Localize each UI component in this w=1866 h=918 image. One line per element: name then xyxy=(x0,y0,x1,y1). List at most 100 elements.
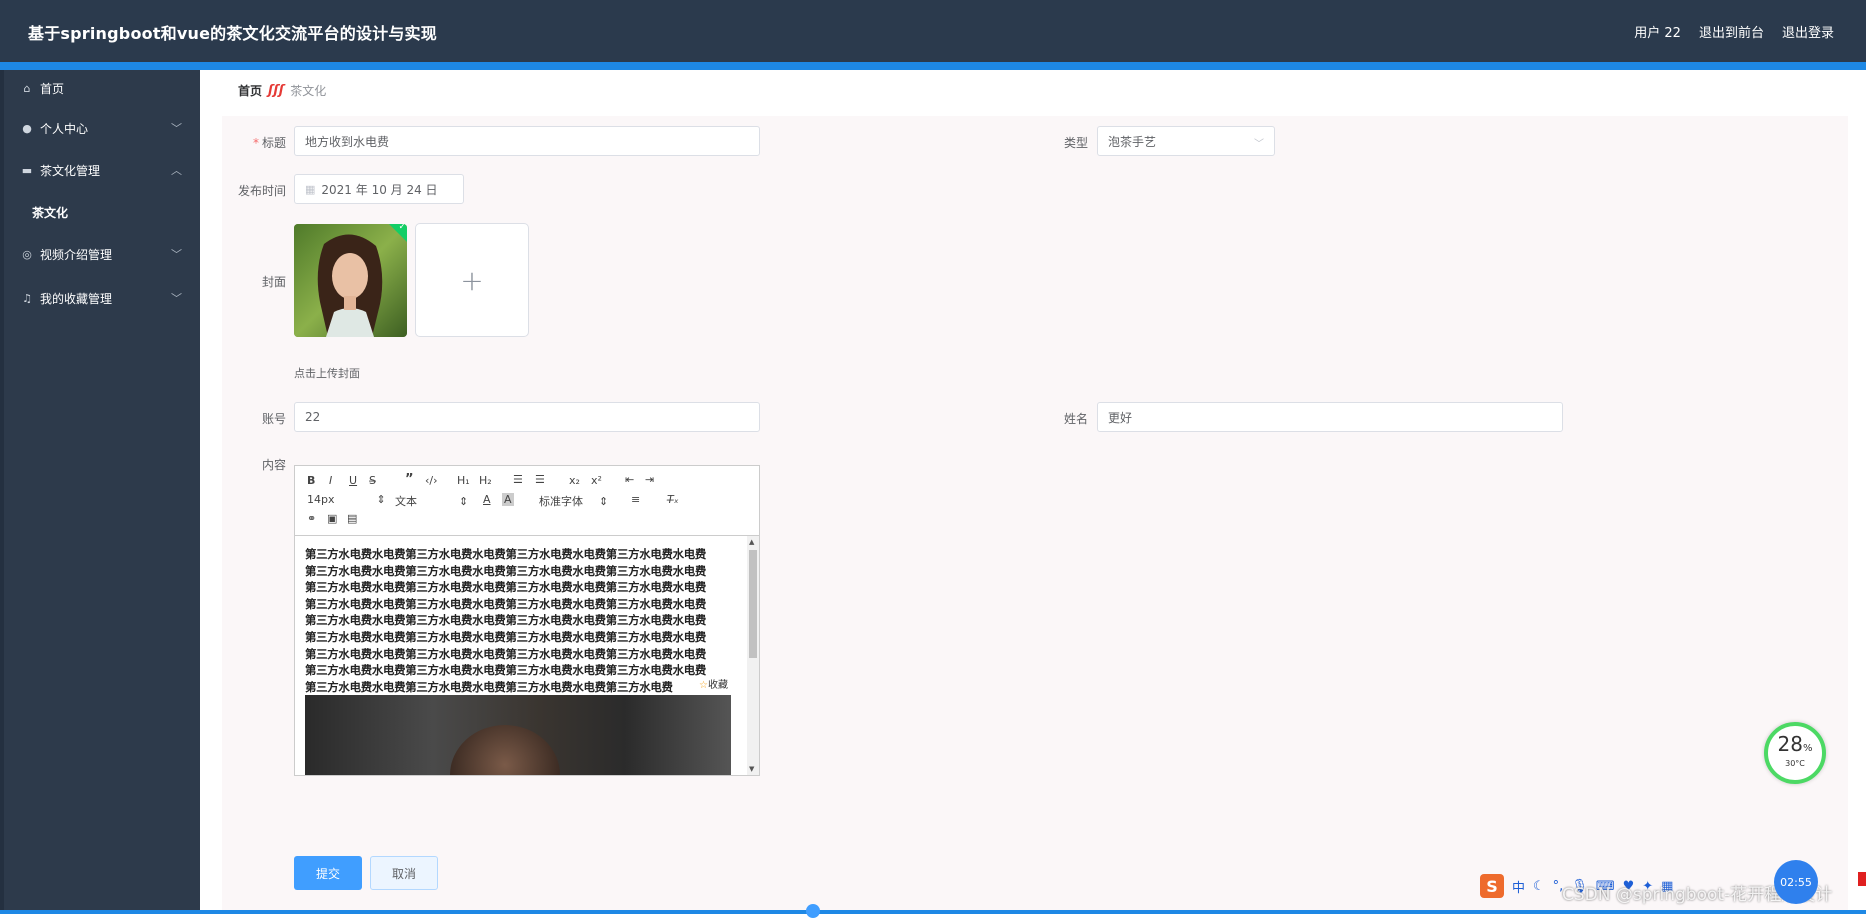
account-label: 账号 xyxy=(261,412,286,426)
bell-icon: ♫ xyxy=(22,291,32,305)
type-select[interactable]: 泡茶手艺 ﹀ xyxy=(1097,126,1275,156)
content-line: 第三方水电费水电费第三方水电费水电费第三方水电费水电费第三方水电费水电费 xyxy=(305,547,707,561)
scroll-down-icon[interactable]: ▼ xyxy=(749,765,754,773)
type-label: 类型 xyxy=(1063,136,1088,150)
font-color-icon[interactable]: A xyxy=(483,493,491,506)
sidebar-item-label: 首页 xyxy=(40,81,65,96)
bold-icon[interactable]: B xyxy=(307,474,315,487)
content-line: 第三方水电费水电费第三方水电费水电费第三方水电费水电费第三方水电费 xyxy=(305,679,673,694)
ime-mode[interactable]: 中 xyxy=(1512,877,1525,896)
editor-toolbar: B I U S̶ ” ‹/› H₁ H₂ ☰ ☰ x₂ x² ⇤ ⇥ 14px ⇕… xyxy=(295,466,759,536)
breadcrumb-separator-icon: ʃʃʃ xyxy=(268,83,285,98)
type-select-value: 泡茶手艺 xyxy=(1108,134,1157,149)
chevron-up-icon: ︿ xyxy=(171,164,182,177)
content-line: 第三方水电费水电费第三方水电费水电费第三方水电费水电费第三方水电费水电费 xyxy=(305,596,707,611)
breadcrumb-home[interactable]: 首页 xyxy=(238,82,262,99)
header-accent-bar xyxy=(0,62,1866,70)
account-input[interactable]: 22 xyxy=(294,402,760,432)
outdent-icon[interactable]: ⇤ xyxy=(625,473,634,486)
clear-format-icon[interactable]: T̶ₓ xyxy=(667,493,679,506)
scroll-up-icon[interactable]: ▲ xyxy=(749,538,754,546)
content-line: 第三方水电费水电费第三方水电费水电费第三方水电费水电费第三方水电费水电费 xyxy=(305,629,707,644)
font-family-select[interactable]: 标准字体 ⇕ xyxy=(539,493,608,509)
sidebar: ⌂ 首页 ● 个人中心 ﹀ ▬ 茶文化管理 ︿ 茶文化 ◎ 视频介绍管理 ﹀ ♫… xyxy=(0,70,200,914)
sidebar-item-label: 茶文化 xyxy=(32,205,69,220)
scrollbar-thumb[interactable] xyxy=(749,550,757,658)
favorite-tag[interactable]: ☆收藏 xyxy=(697,676,730,691)
chevron-down-icon: ﹀ xyxy=(171,292,182,305)
date-value: 2021 年 10 月 24 日 xyxy=(321,182,438,197)
title-input[interactable]: 地方收到水电费 xyxy=(294,126,760,156)
heading-2-icon[interactable]: H₂ xyxy=(479,474,492,487)
content-line: 第三方水电费水电费第三方水电费水电费第三方水电费水电费第三方水电费水电费 xyxy=(305,563,707,578)
editor-scrollbar[interactable]: ▲ ▼ xyxy=(747,536,759,775)
chevron-down-icon: ﹀ xyxy=(171,122,182,135)
content-image xyxy=(305,695,731,775)
plus-icon: + xyxy=(460,263,484,297)
video-icon[interactable]: ▤ xyxy=(347,512,357,525)
title-label: * 标题 xyxy=(252,136,286,150)
clock-badge: 02:55 xyxy=(1774,860,1818,904)
cancel-button[interactable]: 取消 xyxy=(370,856,438,890)
top-header: 基于springboot和vue的茶文化交流平台的设计与实现 用户 22 退出到… xyxy=(0,0,1866,62)
sidebar-item-tea-culture-management[interactable]: ▬ 茶文化管理 ︿ xyxy=(0,152,200,188)
cover-upload-button[interactable]: + xyxy=(415,223,529,337)
chevron-down-icon: ﹀ xyxy=(1254,139,1264,150)
folder-icon: ▬ xyxy=(21,163,33,177)
link-icon[interactable]: ⚭ xyxy=(307,512,316,525)
content-label: 内容 xyxy=(261,458,286,472)
sidebar-item-label: 我的收藏管理 xyxy=(40,291,113,306)
check-icon: ✓ xyxy=(398,224,406,232)
star-icon: ☆ xyxy=(699,680,708,691)
format-select[interactable]: 文本 ⇕ xyxy=(395,493,468,509)
temperature: 30°C xyxy=(1785,759,1805,768)
sidebar-item-tea-culture[interactable]: 茶文化 xyxy=(0,194,200,230)
superscript-icon[interactable]: x² xyxy=(591,474,602,487)
usage-percent: 28% xyxy=(1777,732,1813,756)
sidebar-item-personal-center[interactable]: ● 个人中心 ﹀ xyxy=(0,110,200,146)
breadcrumb-current: 茶文化 xyxy=(290,84,327,98)
submit-button[interactable]: 提交 xyxy=(294,856,362,890)
sogou-logo-icon[interactable]: S xyxy=(1480,874,1504,898)
indent-icon[interactable]: ⇥ xyxy=(645,473,654,486)
required-mark: * xyxy=(252,136,259,150)
sidebar-item-label: 个人中心 xyxy=(40,121,89,136)
content-image-subject xyxy=(450,725,560,775)
sidebar-item-video-management[interactable]: ◎ 视频介绍管理 ﹀ xyxy=(0,236,200,272)
heading-1-icon[interactable]: H₁ xyxy=(457,474,470,487)
cover-hint: 点击上传封面 xyxy=(294,367,360,380)
name-label: 姓名 xyxy=(1063,412,1088,426)
font-size-select[interactable]: 14px ⇕ xyxy=(307,493,386,506)
align-icon[interactable]: ≡ xyxy=(631,493,640,506)
sidebar-item-label: 视频介绍管理 xyxy=(40,247,113,262)
progress-handle[interactable] xyxy=(806,904,820,918)
moon-icon[interactable]: ☾ xyxy=(1533,879,1545,894)
name-input[interactable]: 更好 xyxy=(1097,402,1563,432)
content-line: 第三方水电费水电费第三方水电费水电费第三方水电费水电费第三方水电费水电费 xyxy=(305,663,707,678)
rich-text-editor: B I U S̶ ” ‹/› H₁ H₂ ☰ ☰ x₂ x² ⇤ ⇥ 14px ⇕… xyxy=(294,465,760,776)
chevron-down-icon: ﹀ xyxy=(171,248,182,261)
image-icon[interactable]: ▣ xyxy=(327,512,337,525)
sidebar-item-favorites-management[interactable]: ♫ 我的收藏管理 ﹀ xyxy=(0,280,200,316)
code-icon[interactable]: ‹/› xyxy=(425,474,438,487)
italic-icon[interactable]: I xyxy=(329,474,332,487)
cpu-usage-widget[interactable]: 28% 30°C xyxy=(1764,722,1826,784)
cover-label: 封面 xyxy=(261,275,286,289)
ordered-list-icon[interactable]: ☰ xyxy=(513,473,523,486)
content-line: 第三方水电费水电费第三方水电费水电费第三方水电费水电费第三方水电费水电费 xyxy=(305,580,707,595)
sidebar-item-home[interactable]: ⌂ 首页 xyxy=(0,70,200,106)
quote-icon[interactable]: ” xyxy=(405,472,414,487)
logout-link[interactable]: 退出登录 xyxy=(1782,22,1834,41)
video-icon: ◎ xyxy=(22,247,32,261)
date-picker[interactable]: ▦ 2021 年 10 月 24 日 xyxy=(294,174,464,204)
cover-image[interactable]: ✓ xyxy=(294,224,407,337)
sidebar-item-label: 茶文化管理 xyxy=(40,163,101,178)
underline-icon[interactable]: U xyxy=(349,474,357,487)
strike-icon[interactable]: S̶ xyxy=(369,474,376,487)
exit-to-front-link[interactable]: 退出到前台 xyxy=(1699,22,1764,41)
bullet-list-icon[interactable]: ☰ xyxy=(535,473,545,486)
header-links: 用户 22 退出到前台 退出登录 xyxy=(1634,22,1834,41)
home-icon: ⌂ xyxy=(23,81,31,95)
background-color-icon[interactable]: A xyxy=(502,493,514,506)
subscript-icon[interactable]: x₂ xyxy=(569,474,580,487)
